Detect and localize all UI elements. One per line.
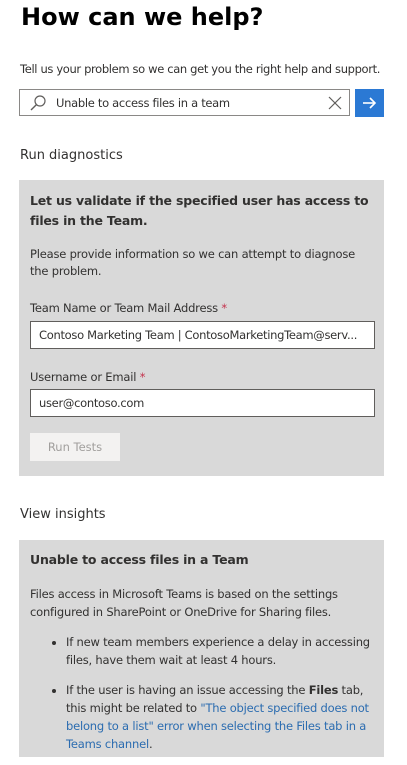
diagnostics-panel-description: Please provide information so we can att…	[30, 247, 356, 278]
diagnostics-panel: Let us validate if the specified user ha…	[19, 180, 384, 476]
arrow-right-icon	[363, 97, 377, 109]
team-field-label: Team Name or Team Mail Address *	[30, 301, 227, 315]
username-field-label: Username or Email *	[30, 370, 146, 384]
close-icon[interactable]	[327, 95, 343, 111]
insights-panel-title: Unable to access files in a Team	[30, 552, 249, 567]
diagnostics-panel-title: Let us validate if the specified user ha…	[30, 193, 369, 228]
search-submit-button[interactable]	[355, 89, 384, 117]
page-title: How can we help?	[21, 3, 264, 31]
required-indicator: *	[139, 370, 146, 384]
required-indicator: *	[221, 301, 227, 315]
list-item: If the user is having an issue accessing…	[66, 681, 375, 753]
search-icon	[29, 94, 47, 112]
username-input[interactable]: user@contoso.com	[30, 389, 375, 417]
section-heading-diagnostics: Run diagnostics	[20, 148, 123, 163]
insights-list: If new team members experience a delay i…	[30, 633, 375, 765]
insights-panel-description: Files access in Microsoft Teams is based…	[30, 587, 338, 619]
run-tests-button[interactable]: Run Tests	[30, 433, 120, 461]
list-item: If new team members experience a delay i…	[66, 633, 375, 669]
insights-panel: Unable to access files in a Team Files a…	[19, 540, 384, 757]
section-heading-insights: View insights	[20, 507, 106, 522]
search-box[interactable]	[19, 89, 350, 116]
page-subtitle: Tell us your problem so we can get you t…	[20, 62, 381, 76]
search-input[interactable]	[56, 94, 316, 112]
team-name-input[interactable]: Contoso Marketing Team | ContosoMarketin…	[30, 321, 375, 349]
